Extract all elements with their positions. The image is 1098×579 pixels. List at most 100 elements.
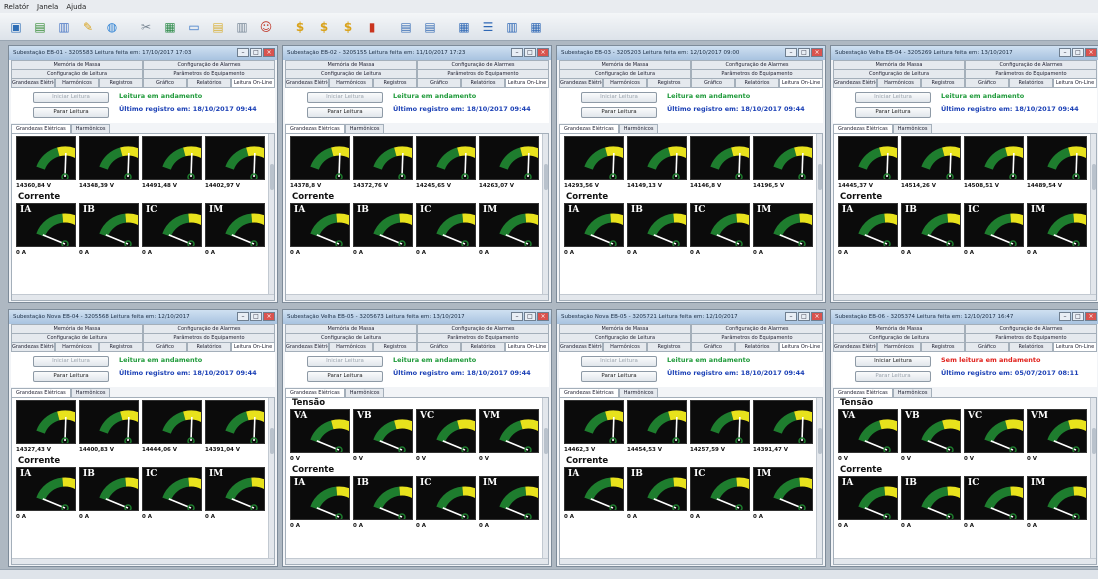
inner-tab-harmonicos[interactable]: Harmônicos [344, 388, 385, 397]
horizontal-scrollbar[interactable] [12, 558, 274, 564]
stop-reading-button[interactable]: Parar Leitura [855, 107, 931, 118]
scroll-thumb[interactable] [1092, 164, 1096, 190]
start-reading-button[interactable]: Iniciar Leitura [33, 92, 109, 103]
tab-relatorios[interactable]: Relatórios [461, 342, 505, 351]
tab-grandezas[interactable]: Grandezas Elétricas [285, 78, 329, 87]
tab-relatorios[interactable]: Relatórios [461, 78, 505, 87]
tab-config-alarmes[interactable]: Configuração de Alarmes [143, 324, 275, 333]
inner-tab-grandezas[interactable]: Grandezas Elétricas [559, 388, 619, 397]
horizontal-scrollbar[interactable] [834, 558, 1096, 564]
maximize-button[interactable]: □ [250, 312, 262, 321]
substation-window[interactable]: Subestação EB-06 - 3205374 Leitura feita… [830, 309, 1098, 567]
start-reading-button[interactable]: Iniciar Leitura [307, 356, 383, 367]
stop-reading-button[interactable]: Parar Leitura [307, 371, 383, 382]
minimize-button[interactable]: – [237, 312, 249, 321]
stop-reading-button[interactable]: Parar Leitura [855, 371, 931, 382]
window-title-bar[interactable]: Subestação Nova EB-05 - 3205721 Leitura … [557, 310, 825, 324]
tab-graficos[interactable]: Gráfico [417, 342, 461, 351]
inner-tab-grandezas[interactable]: Grandezas Elétricas [11, 124, 71, 133]
globe-icon[interactable]: ◍ [102, 17, 122, 37]
maximize-button[interactable]: □ [798, 312, 810, 321]
tab-config-alarmes[interactable]: Configuração de Alarmes [965, 60, 1097, 69]
tab-registros[interactable]: Registros [921, 78, 965, 87]
window-icon[interactable]: ▣ [6, 17, 26, 37]
tab-parametros[interactable]: Parâmetros do Equipamento [691, 69, 823, 78]
horizontal-scrollbar[interactable] [834, 294, 1096, 300]
tab-harmonicos[interactable]: Harmônicos [329, 78, 373, 87]
maximize-button[interactable]: □ [1072, 48, 1084, 57]
device-icon[interactable]: ▦ [160, 17, 180, 37]
tab-memoria[interactable]: Memória de Massa [285, 60, 417, 69]
vertical-scrollbar[interactable] [542, 398, 548, 564]
horizontal-scrollbar[interactable] [560, 294, 822, 300]
tab-config-alarmes[interactable]: Configuração de Alarmes [965, 324, 1097, 333]
tile-v-icon[interactable]: ▥ [502, 17, 522, 37]
substation-window[interactable]: Subestação Nova EB-04 - 3205568 Leitura … [8, 309, 278, 567]
tab-grandezas[interactable]: Grandezas Elétricas [11, 342, 55, 351]
tab-memoria[interactable]: Memória de Massa [559, 60, 691, 69]
inner-tab-grandezas[interactable]: Grandezas Elétricas [11, 388, 71, 397]
substation-window[interactable]: Subestação EB-01 - 3205583 Leitura feita… [8, 45, 278, 303]
inner-tab-grandezas[interactable]: Grandezas Elétricas [285, 124, 345, 133]
scroll-thumb[interactable] [1092, 428, 1096, 454]
start-reading-button[interactable]: Iniciar Leitura [855, 92, 931, 103]
stop-reading-button[interactable]: Parar Leitura [33, 107, 109, 118]
minimize-button[interactable]: – [785, 48, 797, 57]
inner-tab-grandezas[interactable]: Grandezas Elétricas [559, 124, 619, 133]
substation-window[interactable]: Subestação EB-03 - 3205203 Leitura feita… [556, 45, 826, 303]
doc-icon[interactable]: ▤ [396, 17, 416, 37]
start-reading-button[interactable]: Iniciar Leitura [581, 92, 657, 103]
substation-window[interactable]: Subestação Velha EB-05 - 3205673 Leitura… [282, 309, 552, 567]
tab-registros[interactable]: Registros [99, 78, 143, 87]
tab-config-leitura[interactable]: Configuração de Leitura [833, 69, 965, 78]
close-button[interactable]: × [811, 312, 823, 321]
tab-parametros[interactable]: Parâmetros do Equipamento [143, 69, 275, 78]
cascade-icon[interactable]: ▦ [454, 17, 474, 37]
tab-grandezas[interactable]: Grandezas Elétricas [833, 78, 877, 87]
tile-h-icon[interactable]: ☰ [478, 17, 498, 37]
tab-config-leitura[interactable]: Configuração de Leitura [11, 333, 143, 342]
inner-tab-grandezas[interactable]: Grandezas Elétricas [833, 388, 893, 397]
dollar-icon[interactable]: $ [314, 17, 334, 37]
tab-config-alarmes[interactable]: Configuração de Alarmes [691, 60, 823, 69]
tab-leitura_online[interactable]: Leitura On-Line [505, 78, 549, 87]
tab-config-leitura[interactable]: Configuração de Leitura [559, 69, 691, 78]
close-button[interactable]: × [811, 48, 823, 57]
tab-config-alarmes[interactable]: Configuração de Alarmes [417, 60, 549, 69]
tab-config-leitura[interactable]: Configuração de Leitura [11, 69, 143, 78]
minimize-button[interactable]: – [237, 48, 249, 57]
tab-harmonicos[interactable]: Harmônicos [877, 78, 921, 87]
grid-icon[interactable]: ▦ [526, 17, 546, 37]
minimize-button[interactable]: – [511, 48, 523, 57]
tab-leitura_online[interactable]: Leitura On-Line [779, 78, 823, 87]
start-reading-button[interactable]: Iniciar Leitura [855, 356, 931, 367]
tab-relatorios[interactable]: Relatórios [1009, 78, 1053, 87]
close-button[interactable]: × [263, 48, 275, 57]
menu-item-1[interactable]: Janela [37, 3, 58, 11]
inner-tab-harmonicos[interactable]: Harmônicos [344, 124, 385, 133]
minimize-button[interactable]: – [1059, 48, 1071, 57]
tab-config-alarmes[interactable]: Configuração de Alarmes [143, 60, 275, 69]
tab-registros[interactable]: Registros [99, 342, 143, 351]
window-title-bar[interactable]: Subestação Velha EB-05 - 3205673 Leitura… [283, 310, 551, 324]
bars-icon[interactable]: ▮ [362, 17, 382, 37]
tab-graficos[interactable]: Gráfico [691, 78, 735, 87]
inner-tab-harmonicos[interactable]: Harmônicos [618, 388, 659, 397]
tab-memoria[interactable]: Memória de Massa [11, 60, 143, 69]
minimize-button[interactable]: – [511, 312, 523, 321]
tab-config-leitura[interactable]: Configuração de Leitura [833, 333, 965, 342]
tab-relatorios[interactable]: Relatórios [735, 78, 779, 87]
tab-memoria[interactable]: Memória de Massa [11, 324, 143, 333]
tab-grandezas[interactable]: Grandezas Elétricas [559, 342, 603, 351]
tab-memoria[interactable]: Memória de Massa [285, 324, 417, 333]
tab-leitura_online[interactable]: Leitura On-Line [505, 342, 549, 351]
dollar-icon[interactable]: $ [290, 17, 310, 37]
tab-parametros[interactable]: Parâmetros do Equipamento [143, 333, 275, 342]
minimize-button[interactable]: – [785, 312, 797, 321]
tab-harmonicos[interactable]: Harmônicos [603, 342, 647, 351]
vertical-scrollbar[interactable] [268, 134, 274, 300]
pen-icon[interactable]: ✎ [78, 17, 98, 37]
folder-icon[interactable]: ▤ [208, 17, 228, 37]
tool-icon[interactable]: ✂ [136, 17, 156, 37]
close-button[interactable]: × [263, 312, 275, 321]
